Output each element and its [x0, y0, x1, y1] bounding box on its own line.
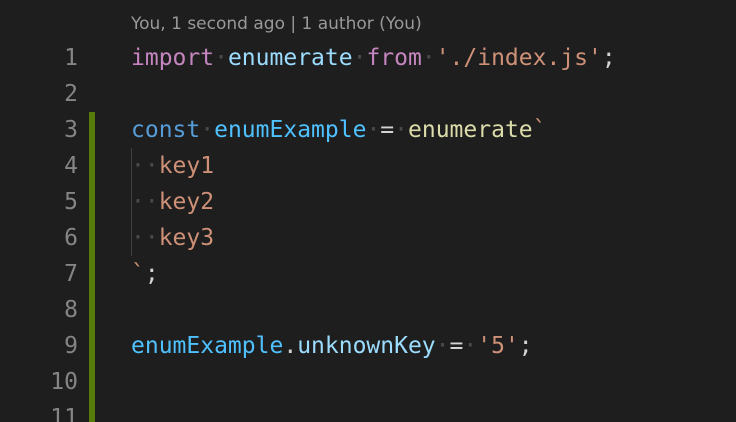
code-token: ;: [601, 45, 616, 71]
code-token: .: [283, 333, 298, 359]
line-number[interactable]: 10: [0, 364, 78, 400]
whitespace-marker: ·: [463, 333, 478, 359]
code-token: import: [131, 45, 215, 71]
code-line[interactable]: 6 ··key3: [0, 220, 736, 256]
code-line[interactable]: 10: [0, 364, 736, 400]
line-number[interactable]: 5: [0, 184, 78, 220]
line-code[interactable]: const·enumExample·=·enumerate`: [131, 112, 547, 148]
line-number[interactable]: 8: [0, 292, 78, 328]
line-code[interactable]: ··key3: [131, 220, 214, 256]
code-token: key3: [158, 225, 215, 251]
line-code[interactable]: ··key2: [131, 184, 214, 220]
code-token: '5': [477, 333, 519, 359]
line-code[interactable]: ··key1: [131, 148, 214, 184]
code-token: =: [449, 333, 464, 359]
code-line[interactable]: 8: [0, 292, 736, 328]
whitespace-marker: ··: [131, 189, 159, 215]
code-line[interactable]: 7 `;: [0, 256, 736, 292]
line-number[interactable]: 1: [0, 40, 78, 76]
code-line[interactable]: 4 ··key1: [0, 148, 736, 184]
code-token: =: [380, 117, 395, 143]
code-token: ;: [518, 333, 533, 359]
whitespace-marker: ·: [352, 45, 367, 71]
code-token: `: [532, 117, 547, 143]
whitespace-marker: ··: [131, 153, 159, 179]
whitespace-marker: ·: [214, 45, 228, 71]
whitespace-marker: ·: [200, 117, 215, 143]
line-number[interactable]: 6: [0, 220, 78, 256]
whitespace-marker: ·: [366, 117, 381, 143]
code-token: enumerate: [408, 117, 533, 143]
code-line[interactable]: 1 import·enumerate·from·'./index.js';: [0, 40, 736, 76]
code-token: key1: [158, 153, 215, 179]
code-token: './index.js': [435, 45, 602, 71]
code-token: const: [131, 117, 201, 143]
line-number[interactable]: 3: [0, 112, 78, 148]
code-line[interactable]: 3 const·enumExample·=·enumerate`: [0, 112, 736, 148]
line-number[interactable]: 4: [0, 148, 78, 184]
whitespace-marker: ··: [131, 225, 159, 251]
code-token: `: [131, 261, 145, 287]
line-number[interactable]: 9: [0, 328, 78, 364]
whitespace-marker: ·: [421, 45, 436, 71]
code-token: enumExample: [131, 333, 284, 359]
code-token: key2: [158, 189, 215, 215]
code-editor[interactable]: You, 1 second ago | 1 author (You) 1 impo…: [0, 0, 736, 422]
code-token: from: [366, 45, 422, 71]
code-line[interactable]: 9 enumExample.unknownKey·=·'5';: [0, 328, 736, 364]
code-line[interactable]: 11: [0, 400, 736, 422]
line-number[interactable]: 2: [0, 76, 78, 112]
line-number[interactable]: 7: [0, 256, 78, 292]
line-code[interactable]: `;: [131, 256, 159, 292]
whitespace-marker: ·: [435, 333, 450, 359]
code-token: unknownKey: [297, 333, 436, 359]
git-blame-codelens[interactable]: You, 1 second ago | 1 author (You): [131, 10, 422, 38]
whitespace-marker: ·: [394, 117, 409, 143]
line-number[interactable]: 11: [0, 400, 78, 422]
code-token: ;: [144, 261, 159, 287]
line-code[interactable]: enumExample.unknownKey·=·'5';: [131, 328, 533, 364]
code-token: enumerate: [227, 45, 353, 71]
code-line[interactable]: 2: [0, 76, 736, 112]
code-token: enumExample: [214, 117, 367, 143]
line-code[interactable]: import·enumerate·from·'./index.js';: [131, 40, 616, 76]
code-line[interactable]: 5 ··key2: [0, 184, 736, 220]
